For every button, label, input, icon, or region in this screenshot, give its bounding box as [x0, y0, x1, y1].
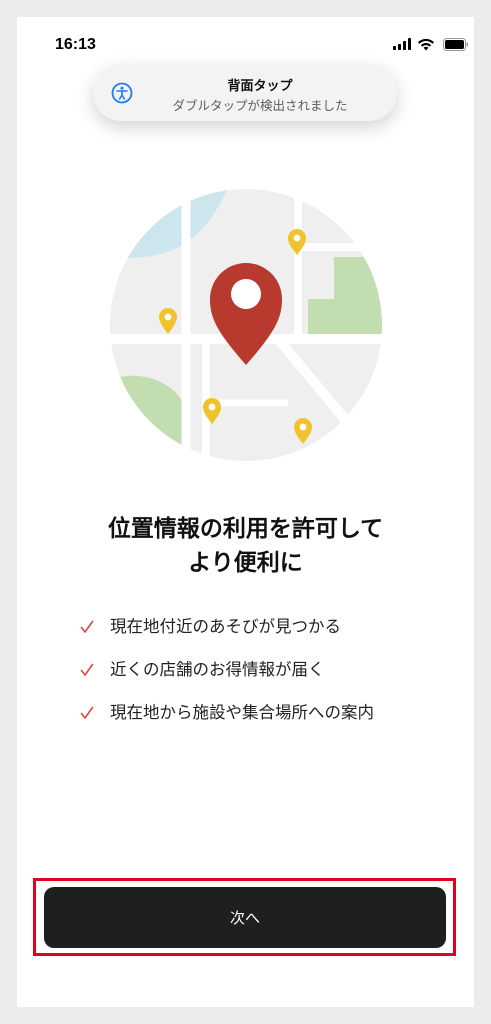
battery-icon	[443, 38, 469, 51]
benefit-label: 現在地から施設や集合場所への案内	[110, 703, 374, 722]
back-tap-notification[interactable]: 背面タップ ダブルタップが検出されました	[93, 65, 397, 121]
benefit-label: 現在地付近のあそびが見つかる	[110, 617, 341, 636]
benefit-label: 近くの店舗のお得情報が届く	[110, 660, 325, 679]
headline-line-1: 位置情報の利用を許可して	[107, 516, 384, 542]
phone-screen: 16:13 背面タップ ダブルタップが検出されました 位置情報の利用を許可して …	[17, 17, 474, 1007]
accessibility-icon	[111, 82, 133, 104]
checkmark-icon	[80, 706, 94, 719]
map-illustration	[110, 189, 382, 461]
status-bar: 16:13	[17, 17, 474, 69]
cellular-signal-icon	[393, 38, 411, 50]
notification-subtitle: ダブルタップが検出されました	[172, 98, 348, 113]
wifi-icon	[418, 38, 434, 51]
headline-line-2: より便利に	[188, 550, 303, 576]
checkmark-icon	[80, 620, 94, 633]
highlight-frame	[33, 878, 456, 956]
status-time: 16:13	[55, 36, 96, 53]
checkmark-icon	[80, 663, 94, 676]
notification-title: 背面タップ	[227, 79, 293, 94]
